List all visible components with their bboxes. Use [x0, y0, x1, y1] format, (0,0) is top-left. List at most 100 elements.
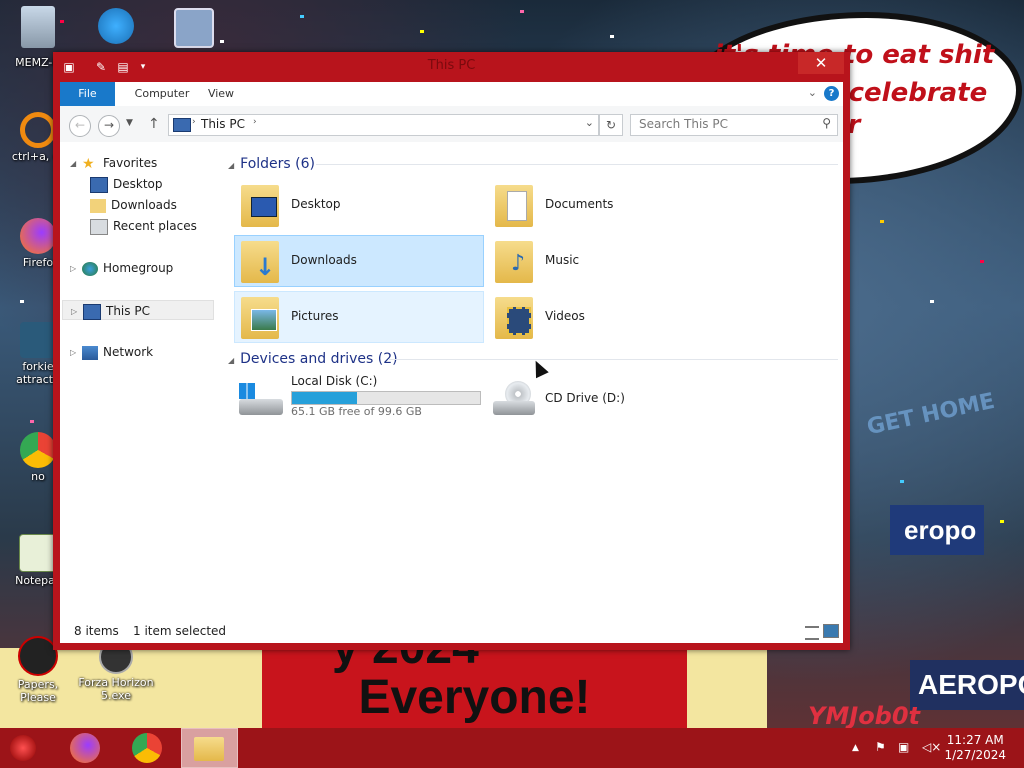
- chrome-icon: [132, 733, 162, 763]
- title-bar[interactable]: ▣ ✎ ▤ ▾ This PC ✕: [53, 52, 850, 82]
- folder-label: Desktop: [291, 197, 341, 211]
- folder-tile-downloads[interactable]: ↓ Downloads: [234, 235, 484, 287]
- tab-file[interactable]: File: [60, 82, 115, 106]
- billboard-aeropostale: eropo: [890, 505, 984, 555]
- nav-item-this-pc[interactable]: ▷ This PC: [62, 300, 214, 320]
- folder-label: Pictures: [291, 309, 339, 323]
- window-title: This PC: [427, 58, 476, 73]
- recent-locations-dropdown[interactable]: ▼: [126, 118, 133, 128]
- nav-item-favorites[interactable]: ◢ ★ Favorites: [70, 153, 157, 173]
- help-icon[interactable]: ?: [824, 86, 839, 101]
- close-button[interactable]: ✕: [798, 52, 844, 74]
- network-icon[interactable]: ▣: [898, 740, 909, 754]
- yellow-strip-right: [687, 648, 767, 728]
- billboard-aeropostale-2: AEROPOS: [910, 660, 1024, 710]
- item-count: 8 items: [74, 624, 119, 638]
- large-icons-view-icon[interactable]: [823, 624, 839, 638]
- details-view-icon[interactable]: [805, 626, 819, 640]
- desktop-folder-icon: [90, 176, 108, 193]
- drives-group-header[interactable]: ◢ Devices and drives (2): [228, 348, 398, 370]
- back-button[interactable]: ←: [69, 115, 91, 137]
- breadcrumb-separator: ›: [192, 117, 196, 127]
- drive-label: CD Drive (D:): [545, 391, 625, 405]
- navigation-pane: ◢ ★ Favorites Desktop Downloads Recent pla…: [60, 142, 220, 612]
- action-center-flag-icon[interactable]: ⚑: [875, 740, 886, 754]
- window-stack-icon: [174, 8, 214, 48]
- tab-computer[interactable]: Computer: [123, 82, 201, 106]
- drive-tile-cd-drive[interactable]: CD Drive (D:): [488, 372, 738, 428]
- nav-item-recent-places[interactable]: Recent places: [90, 216, 197, 236]
- folder-tile-documents[interactable]: Documents: [488, 179, 738, 231]
- desktop-icon-recycle-bin[interactable]: [0, 6, 76, 50]
- videos-folder-icon: [495, 297, 533, 339]
- clock[interactable]: 11:27 AM 1/27/2024: [944, 733, 1006, 763]
- breadcrumb-separator: ›: [253, 117, 257, 127]
- nav-item-downloads[interactable]: Downloads: [90, 195, 177, 215]
- drive-tile-local-disk[interactable]: Local Disk (C:) 65.1 GB free of 99.6 GB: [234, 372, 484, 428]
- breadcrumb-this-pc[interactable]: This PC: [201, 117, 245, 131]
- this-pc-icon: [173, 118, 191, 132]
- desktop-icon-stack[interactable]: [156, 8, 232, 50]
- watermark: YMJob0t: [808, 702, 921, 730]
- documents-folder-icon: [495, 185, 533, 227]
- up-button[interactable]: ↑: [148, 116, 160, 132]
- address-dropdown-icon[interactable]: ⌄: [585, 116, 594, 129]
- desktop-icon-edge[interactable]: [78, 8, 154, 46]
- nav-item-network[interactable]: ▷ Network: [70, 342, 153, 362]
- clock-date: 1/27/2024: [944, 748, 1006, 762]
- tab-view[interactable]: View: [200, 82, 242, 106]
- folder-tile-music[interactable]: ♪ Music: [488, 235, 738, 287]
- disk-usage-fill: [292, 392, 358, 404]
- collapse-arrow-icon: ◢: [70, 158, 77, 168]
- forward-arrow-icon: →: [103, 118, 115, 132]
- folder-tile-videos[interactable]: Videos: [488, 291, 738, 343]
- expand-arrow-icon: ▷: [71, 306, 78, 316]
- taskbar-chrome[interactable]: [124, 728, 172, 768]
- chrome-icon: [20, 432, 56, 468]
- music-folder-icon: ♪: [495, 241, 533, 283]
- nav-label: Downloads: [111, 198, 177, 212]
- up-arrow-icon: ↑: [148, 116, 160, 132]
- collapse-arrow-icon: ◢: [228, 356, 235, 365]
- address-box[interactable]: › This PC › ⌄: [168, 114, 599, 136]
- taskbar: ▲ ⚑ ▣ ◁× 11:27 AM 1/27/2024: [0, 728, 1024, 768]
- folder-tile-pictures[interactable]: Pictures: [234, 291, 484, 343]
- window-content: File Computer View ⌄ ? ← → ▼ ↑ › This PC…: [60, 82, 843, 643]
- refresh-button[interactable]: ↻: [599, 114, 623, 136]
- group-divider: [316, 164, 838, 165]
- search-box[interactable]: Search This PC ⚲: [630, 114, 838, 136]
- refresh-icon: ↻: [605, 118, 617, 132]
- nav-label: This PC: [106, 304, 150, 318]
- expand-arrow-icon: ▷: [70, 347, 77, 357]
- folders-group-header[interactable]: ◢ Folders (6): [228, 153, 315, 175]
- close-icon: ✕: [814, 54, 828, 72]
- file-explorer-icon: [194, 737, 224, 761]
- folder-label: Documents: [545, 197, 614, 211]
- drive-free-space: 65.1 GB free of 99.6 GB: [291, 405, 422, 418]
- network-icon: [82, 345, 98, 360]
- banner-text: Everyone!: [358, 671, 591, 724]
- selection-count: 1 item selected: [133, 624, 227, 638]
- downloads-folder-icon: ↓: [241, 241, 279, 283]
- nav-item-desktop[interactable]: Desktop: [90, 174, 163, 194]
- collapse-arrow-icon: ◢: [228, 161, 235, 170]
- disk-usage-bar: [291, 391, 481, 405]
- ribbon-tabs: File Computer View ⌄ ?: [60, 82, 843, 107]
- taskbar-file-explorer[interactable]: [181, 728, 238, 768]
- forward-button[interactable]: →: [98, 115, 120, 137]
- start-button[interactable]: [0, 728, 48, 768]
- back-arrow-icon: ←: [74, 118, 86, 132]
- main-pane: ◢ Folders (6) Desktop Documents ↓ Downloa…: [228, 142, 838, 612]
- billboard2-text: AEROPOS: [918, 669, 1024, 700]
- edge-icon: [98, 8, 134, 44]
- billboard-get-home: GET HOME: [864, 388, 997, 441]
- nav-item-homegroup[interactable]: ▷ Homegroup: [70, 258, 173, 278]
- local-disk-icon: [239, 383, 283, 415]
- show-hidden-icons[interactable]: ▲: [852, 743, 859, 753]
- search-input[interactable]: Search This PC: [639, 117, 728, 131]
- taskbar-firefox[interactable]: [62, 728, 110, 768]
- folder-tile-desktop[interactable]: Desktop: [234, 179, 484, 231]
- volume-muted-icon[interactable]: ◁×: [922, 740, 941, 754]
- folder-label: Videos: [545, 309, 585, 323]
- ribbon-expand-icon[interactable]: ⌄: [808, 86, 817, 99]
